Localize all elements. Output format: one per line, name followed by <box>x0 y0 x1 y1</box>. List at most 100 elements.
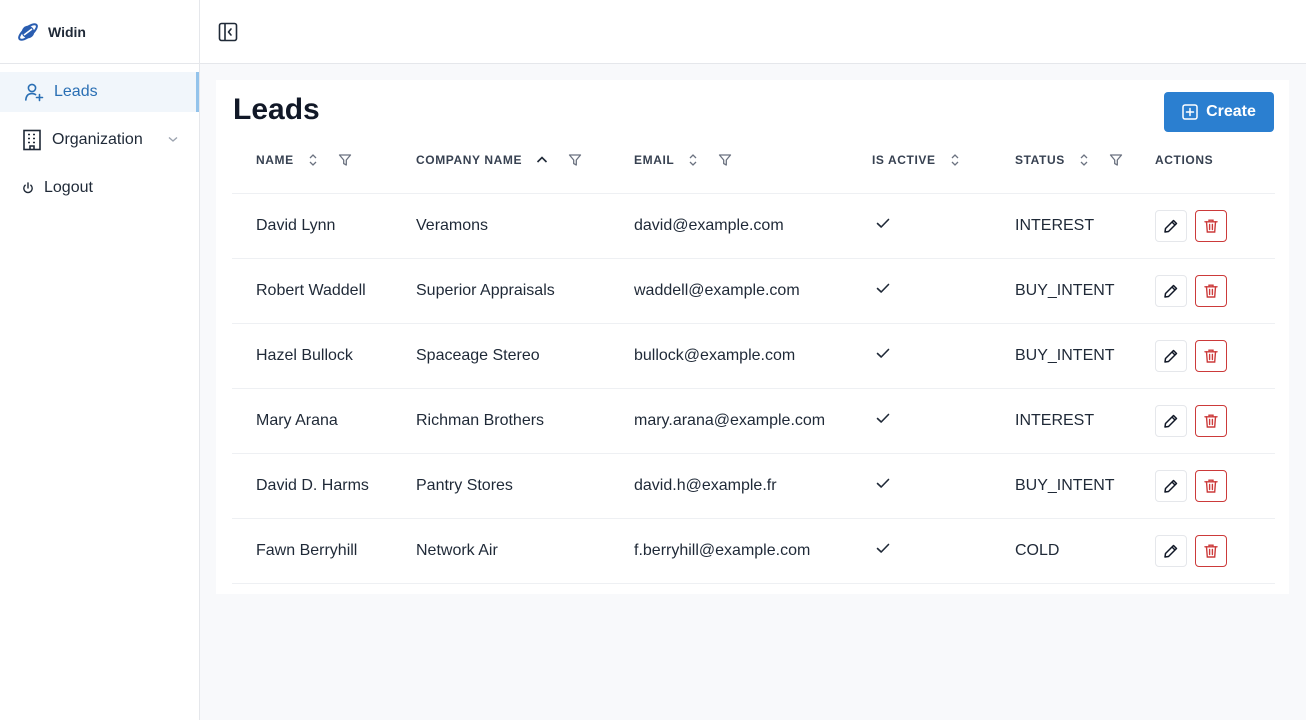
trash-icon <box>1203 283 1219 299</box>
cell-is-active <box>848 258 991 324</box>
column-header-email: EMAIL <box>610 128 848 194</box>
cell-status: INTEREST <box>991 193 1153 259</box>
sidebar-item-leads[interactable]: Leads <box>0 72 199 112</box>
filter-icon[interactable] <box>568 153 582 167</box>
page-title: Leads <box>233 93 320 126</box>
cell-is-active <box>848 518 991 584</box>
cell-name: Hazel Bullock <box>232 323 392 389</box>
sort-icon[interactable] <box>308 153 318 167</box>
table-header-row: NAME COMPANY NAME EMAIL IS ACTIVE STATUS… <box>232 128 1275 194</box>
pencil-icon <box>1163 348 1179 364</box>
trash-icon <box>1203 478 1219 494</box>
sidebar-menu: Leads Organization Logout <box>0 64 199 208</box>
pencil-icon <box>1163 283 1179 299</box>
table-row: Robert Waddell Superior Appraisals waddell… <box>232 258 1275 324</box>
table-row: Mary Arana Richman Brothers mary.arana@exa… <box>232 388 1275 454</box>
cell-actions <box>1153 323 1275 389</box>
sort-icon[interactable] <box>1079 153 1089 167</box>
delete-button[interactable] <box>1195 404 1227 437</box>
sort-ascending-icon[interactable] <box>536 154 548 166</box>
edit-button[interactable] <box>1155 404 1187 437</box>
column-header-company: COMPANY NAME <box>392 128 610 194</box>
delete-button[interactable] <box>1195 339 1227 372</box>
trash-icon <box>1203 413 1219 429</box>
edit-button[interactable] <box>1155 209 1187 242</box>
filter-icon[interactable] <box>718 153 732 167</box>
cell-company: Pantry Stores <box>392 453 610 519</box>
chevron-down-icon[interactable] <box>167 133 179 145</box>
edit-button[interactable] <box>1155 469 1187 502</box>
table-row: Fawn Berryhill Network Air f.berryhill@exa… <box>232 518 1275 584</box>
building-icon <box>22 129 42 151</box>
user-plus-icon <box>24 82 44 102</box>
sort-icon[interactable] <box>950 153 960 167</box>
cell-name: David D. Harms <box>232 453 392 519</box>
column-header-actions: ACTIONS <box>1153 128 1275 194</box>
sidebar-item-label: Logout <box>44 179 93 196</box>
table-row: Hazel Bullock Spaceage Stereo bullock@exam… <box>232 323 1275 389</box>
cell-is-active <box>848 453 991 519</box>
cell-status: BUY_INTENT <box>991 323 1153 389</box>
filter-icon[interactable] <box>1109 153 1123 167</box>
cell-email: david.h@example.fr <box>610 453 848 519</box>
sidebar: Widin Leads Organization Logout <box>0 0 200 720</box>
table-row: David D. Harms Pantry Stores david.h@examp… <box>232 453 1275 519</box>
cell-actions <box>1153 518 1275 584</box>
cell-status: BUY_INTENT <box>991 258 1153 324</box>
cell-status: BUY_INTENT <box>991 453 1153 519</box>
trash-icon <box>1203 543 1219 559</box>
cell-name: Fawn Berryhill <box>232 518 392 584</box>
delete-button[interactable] <box>1195 274 1227 307</box>
leads-card: Leads Create NAME COMPANY NAME EMAIL IS … <box>216 80 1289 594</box>
cell-is-active <box>848 388 991 454</box>
check-icon <box>875 215 891 231</box>
app-name: Widin <box>48 23 86 40</box>
check-icon <box>875 475 891 491</box>
cell-name: Mary Arana <box>232 388 392 454</box>
edit-button[interactable] <box>1155 274 1187 307</box>
create-button[interactable]: Create <box>1164 92 1274 132</box>
pencil-icon <box>1163 413 1179 429</box>
column-header-status: STATUS <box>991 128 1153 194</box>
cell-name: David Lynn <box>232 193 392 259</box>
cell-company: Superior Appraisals <box>392 258 610 324</box>
sidebar-item-logout[interactable]: Logout <box>0 168 199 208</box>
edit-button[interactable] <box>1155 339 1187 372</box>
filter-icon[interactable] <box>338 153 352 167</box>
pencil-icon <box>1163 478 1179 494</box>
column-header-is-active: IS ACTIVE <box>848 128 991 194</box>
cell-email: waddell@example.com <box>610 258 848 324</box>
sidebar-collapse-icon[interactable] <box>218 22 238 42</box>
check-icon <box>875 280 891 296</box>
cell-email: bullock@example.com <box>610 323 848 389</box>
cell-company: Veramons <box>392 193 610 259</box>
delete-button[interactable] <box>1195 534 1227 567</box>
cell-company: Richman Brothers <box>392 388 610 454</box>
top-bar <box>200 0 1306 64</box>
plus-square-icon <box>1182 104 1198 120</box>
sort-icon[interactable] <box>688 153 698 167</box>
delete-button[interactable] <box>1195 469 1227 502</box>
pencil-icon <box>1163 543 1179 559</box>
cell-email: david@example.com <box>610 193 848 259</box>
cell-email: f.berryhill@example.com <box>610 518 848 584</box>
sidebar-item-label: Leads <box>54 83 98 100</box>
cell-status: COLD <box>991 518 1153 584</box>
cell-actions <box>1153 193 1275 259</box>
cell-is-active <box>848 193 991 259</box>
cell-actions <box>1153 258 1275 324</box>
leads-table: NAME COMPANY NAME EMAIL IS ACTIVE STATUS… <box>232 128 1275 584</box>
cell-actions <box>1153 453 1275 519</box>
cell-is-active <box>848 323 991 389</box>
delete-button[interactable] <box>1195 209 1227 242</box>
brand: Widin <box>0 0 199 64</box>
sidebar-item-organization[interactable]: Organization <box>0 120 199 160</box>
trash-icon <box>1203 348 1219 364</box>
table-row: David Lynn Veramons david@example.com INTER… <box>232 193 1275 259</box>
check-icon <box>875 410 891 426</box>
cell-status: INTEREST <box>991 388 1153 454</box>
edit-button[interactable] <box>1155 534 1187 567</box>
pencil-icon <box>1163 218 1179 234</box>
column-header-name: NAME <box>232 128 392 194</box>
cell-name: Robert Waddell <box>232 258 392 324</box>
